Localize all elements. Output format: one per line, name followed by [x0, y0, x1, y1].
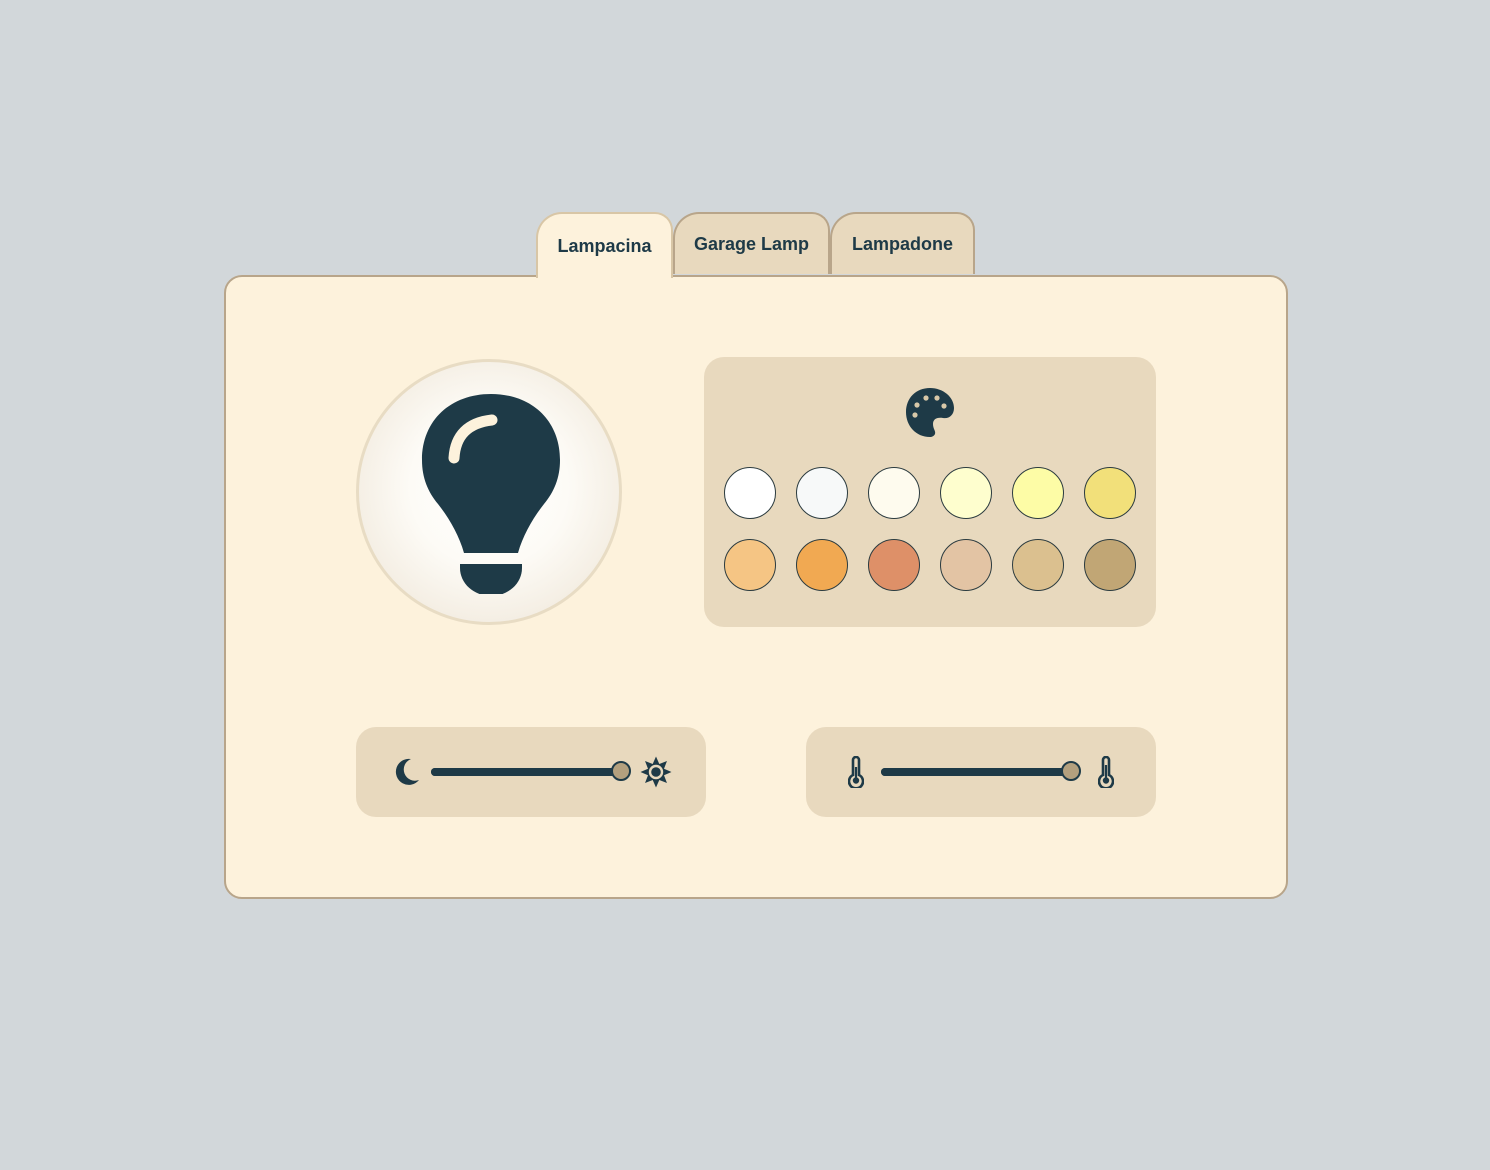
color-swatch-4[interactable] — [940, 467, 992, 519]
tab-lampadone[interactable]: Lampadone — [830, 212, 975, 274]
lightbulb-icon — [422, 394, 560, 594]
tab-garage-lamp[interactable]: Garage Lamp — [673, 212, 830, 274]
temperature-control — [806, 727, 1156, 817]
color-swatch-8[interactable] — [796, 539, 848, 591]
sun-icon — [640, 756, 672, 788]
tab-lampacina[interactable]: Lampacina — [536, 212, 673, 278]
color-swatch-3[interactable] — [868, 467, 920, 519]
color-swatch-6[interactable] — [1084, 467, 1136, 519]
moon-icon — [395, 758, 419, 785]
brightness-control — [356, 727, 706, 817]
color-swatch-11[interactable] — [1012, 539, 1064, 591]
temperature-slider[interactable] — [881, 761, 1081, 781]
thermometer-low-icon — [848, 756, 864, 788]
brightness-slider-fill — [431, 768, 621, 776]
palette-icon — [906, 388, 954, 437]
color-swatch-7[interactable] — [724, 539, 776, 591]
lamp-control-panel — [224, 275, 1288, 899]
brightness-slider[interactable] — [431, 761, 631, 781]
color-swatch-1[interactable] — [724, 467, 776, 519]
temperature-slider-fill — [881, 768, 1071, 776]
color-swatch-5[interactable] — [1012, 467, 1064, 519]
color-swatch-12[interactable] — [1084, 539, 1136, 591]
color-swatch-9[interactable] — [868, 539, 920, 591]
thermometer-high-icon — [1098, 756, 1114, 788]
temperature-slider-thumb[interactable] — [1061, 761, 1081, 781]
color-picker — [704, 357, 1156, 627]
color-swatch-2[interactable] — [796, 467, 848, 519]
brightness-slider-thumb[interactable] — [611, 761, 631, 781]
color-swatch-10[interactable] — [940, 539, 992, 591]
color-swatches — [724, 467, 1136, 591]
lamp-power-toggle[interactable] — [356, 359, 622, 625]
